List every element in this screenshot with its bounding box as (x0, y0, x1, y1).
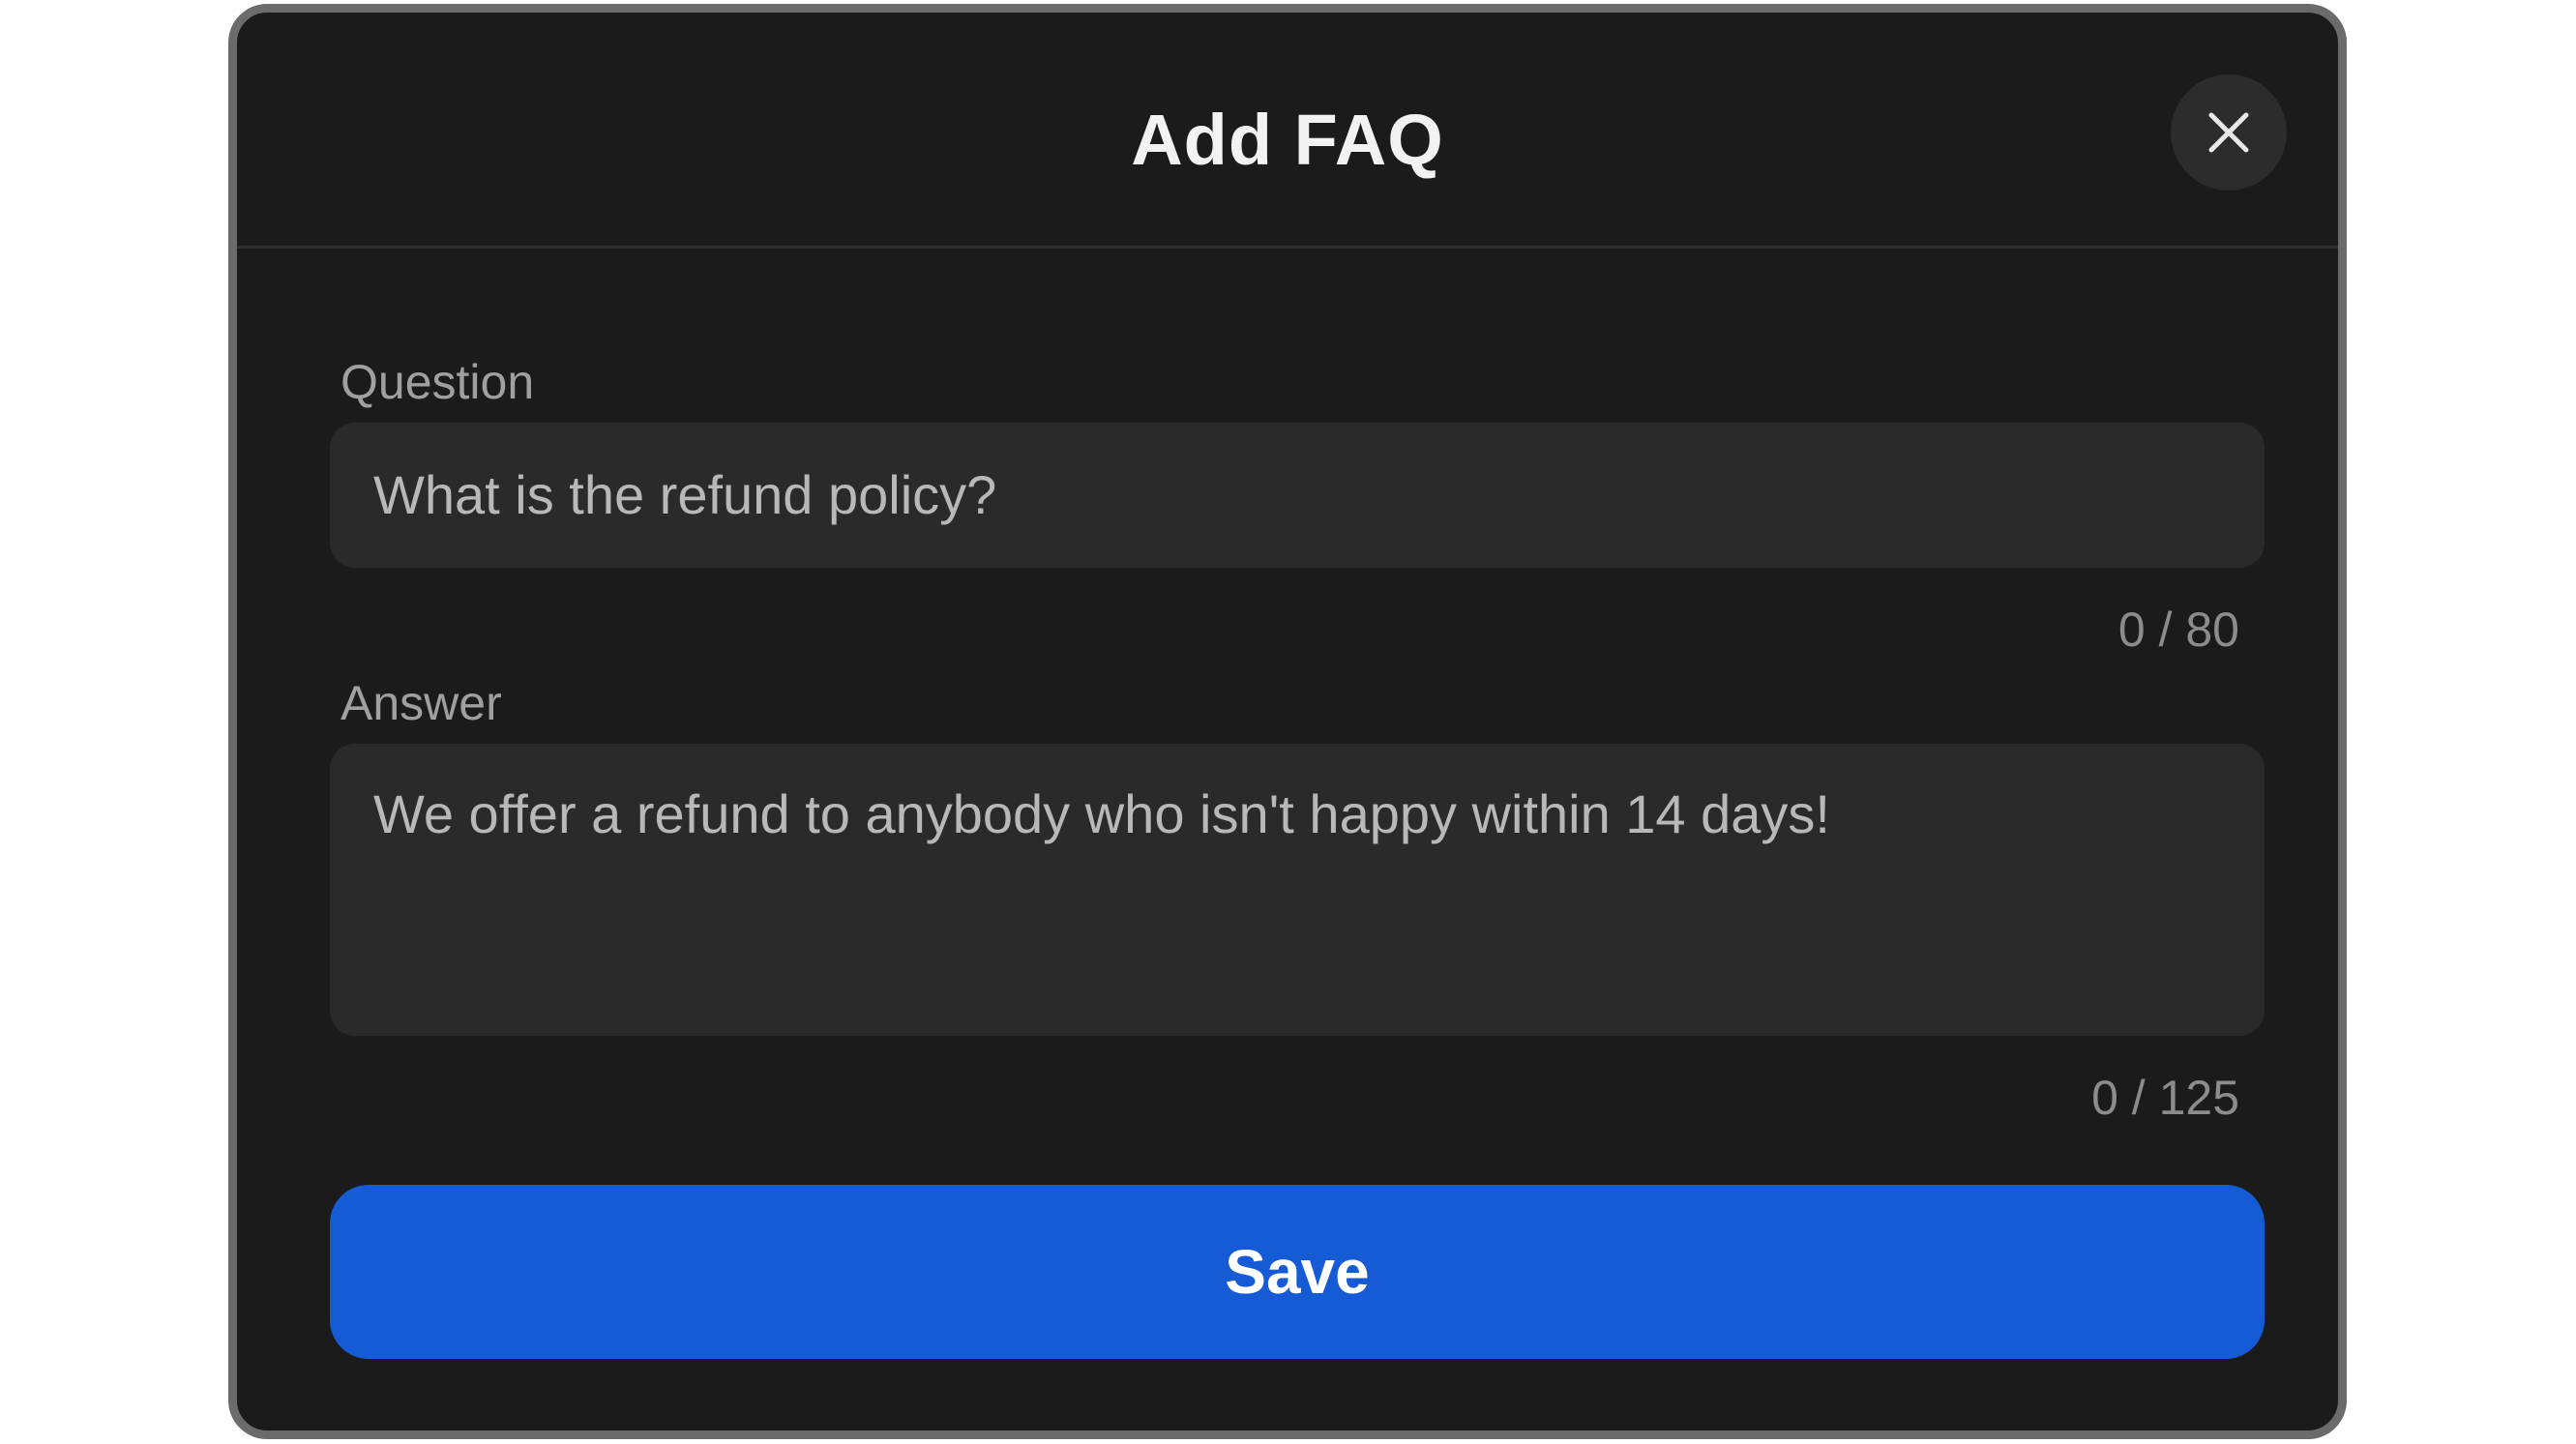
add-faq-dialog: Add FAQ Question What is the refund poli… (228, 4, 2347, 1439)
question-label: Question (341, 355, 535, 409)
question-char-counter: 0 / 80 (2117, 603, 2239, 657)
answer-char-counter: 0 / 125 (2091, 1071, 2239, 1125)
answer-textarea[interactable]: We offer a refund to anybody who isn't h… (330, 744, 2265, 1036)
dialog-header: Add FAQ (237, 13, 2338, 249)
save-button[interactable]: Save (330, 1185, 2265, 1359)
question-input[interactable]: What is the refund policy? (330, 423, 2265, 568)
answer-label: Answer (341, 676, 502, 730)
close-icon (2208, 112, 2249, 153)
close-button[interactable] (2171, 74, 2287, 191)
dialog-title: Add FAQ (1131, 100, 1444, 180)
